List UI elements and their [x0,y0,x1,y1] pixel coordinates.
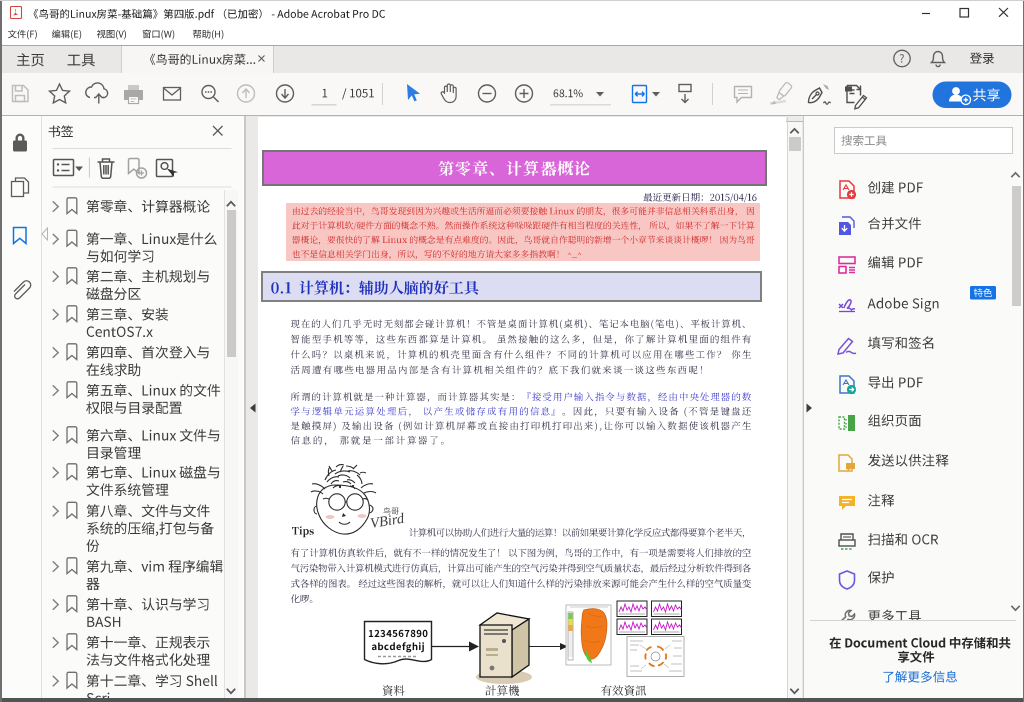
svg-text:VBird: VBird [369,511,406,532]
